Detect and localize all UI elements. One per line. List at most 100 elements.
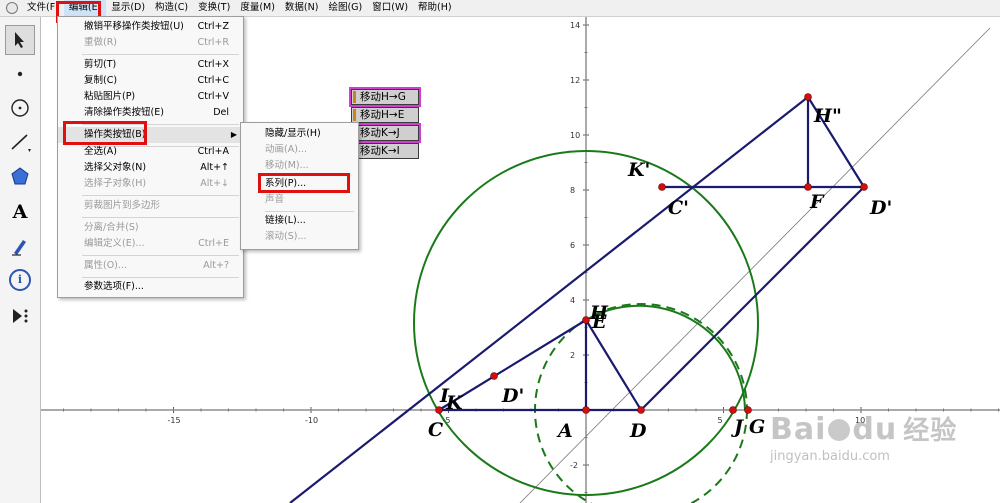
x-tick-label: -15 [168, 416, 181, 425]
baidu-watermark: Bai du 经验 jingyan.baidu.com [770, 410, 957, 464]
polygon-icon [11, 167, 29, 185]
point-a[interactable] [582, 406, 590, 414]
y-tick-label: 14 [570, 21, 580, 30]
y-tick-label: 8 [570, 186, 575, 195]
label-dprime2: D' [501, 385, 524, 407]
point-dprime[interactable] [860, 183, 868, 191]
tool-custom[interactable] [5, 301, 35, 331]
label-a: A [556, 420, 573, 442]
text-icon: A [12, 201, 28, 223]
tool-arrow[interactable] [5, 25, 35, 55]
point-f[interactable] [804, 183, 812, 191]
point-j[interactable] [729, 406, 737, 414]
menu-window[interactable]: 窗口(W) [367, 0, 413, 16]
arrow-select-icon [15, 32, 24, 48]
y-tick-label: 4 [570, 296, 575, 305]
submenu-item-link[interactable]: 链接(L)... [241, 213, 358, 229]
straightedge-icon [11, 134, 31, 152]
menu-graph[interactable]: 绘图(G) [323, 0, 367, 16]
action-button-move-h-g[interactable]: 移动H→G [349, 87, 421, 107]
submenu-item-animation[interactable]: 动画(A)... [241, 142, 358, 158]
tool-compass[interactable] [5, 93, 35, 123]
y-tick-label: -2 [570, 461, 578, 470]
x-tick-label: 5 [718, 416, 723, 425]
watermark-url: jingyan.baidu.com [770, 449, 890, 464]
menu-help[interactable]: 帮助(H) [413, 0, 457, 16]
submenu-item-sound[interactable]: 声音 [241, 192, 358, 208]
submenu-item-hide-show[interactable]: 隐藏/显示(H) [241, 126, 358, 142]
watermark-logo: Bai du 经验 [770, 412, 958, 447]
menu-item-preferences[interactable]: 参数选项(F)... [58, 279, 243, 295]
tool-straightedge[interactable] [5, 127, 35, 157]
label-cprime: C' [668, 197, 689, 219]
menu-item-select-parents[interactable]: 选择父对象(N) Alt+↑ [58, 160, 243, 176]
label-c: C [428, 419, 443, 441]
label-k: K [445, 392, 464, 414]
menu-bar: 文件(F) 编辑(E) 显示(D) 构造(C) 变换(T) 度量(M) 数据(N… [0, 0, 1000, 17]
toolbox: A i [0, 17, 41, 503]
submenu-item-scroll[interactable]: 滚动(S)... [241, 229, 358, 245]
y-tick-label: 6 [570, 241, 575, 250]
action-button-move-h-e[interactable]: 移动H→E [351, 107, 419, 123]
compass-icon [11, 99, 29, 117]
label-f: F [809, 191, 825, 213]
submenu-arrow-icon: ▶ [230, 130, 237, 139]
submenu-item-movement[interactable]: 移动(M)... [241, 158, 358, 174]
menu-construct[interactable]: 构造(C) [150, 0, 193, 16]
menu-item-paste-picture[interactable]: 粘贴图片(P) Ctrl+V [58, 89, 243, 105]
app-icon [6, 2, 18, 14]
button-marker [353, 109, 356, 121]
point-cprime[interactable] [658, 183, 666, 191]
point-icon [17, 71, 23, 77]
marker-icon [12, 240, 26, 256]
menu-item-copy[interactable]: 复制(C) Ctrl+C [58, 73, 243, 89]
menu-number[interactable]: 数据(N) [280, 0, 324, 16]
menu-item-clear[interactable]: 清除操作类按钮(E) Del [58, 105, 243, 121]
edit-menu: 撤销平移操作类按钮(U) Ctrl+Z 重做(R) Ctrl+R 剪切(T) Ctrl… [57, 16, 244, 298]
point-h[interactable] [582, 316, 590, 324]
label-g: G [749, 416, 765, 438]
button-marker [353, 91, 356, 103]
tool-marker[interactable] [5, 231, 35, 261]
y-tick-label: 2 [570, 351, 575, 360]
label-dprime: D' [869, 197, 892, 219]
action-button-label: 移动K→J [360, 127, 400, 139]
tool-information[interactable]: i [5, 265, 35, 295]
tool-point[interactable] [5, 59, 35, 89]
point-d[interactable] [637, 406, 645, 414]
x-tick-label: -10 [305, 416, 318, 425]
menu-transform[interactable]: 变换(T) [193, 0, 235, 16]
small-circle-dashed [534, 303, 748, 503]
menu-measure[interactable]: 度量(M) [235, 0, 280, 16]
y-tick-label: 12 [570, 76, 580, 85]
action-button-label: 移动H→E [360, 109, 405, 121]
menu-display[interactable]: 显示(D) [106, 0, 150, 16]
point-dprime2[interactable] [490, 372, 498, 380]
label-d: D [629, 420, 647, 442]
label-kprime: K' [627, 159, 650, 181]
point-g[interactable] [744, 406, 752, 414]
action-button-move-k-j[interactable]: 移动K→J [349, 123, 421, 143]
tool-text[interactable]: A [5, 197, 35, 227]
menu-item-select-all[interactable]: 全选(A) Ctrl+A [58, 144, 243, 160]
label-j: J [731, 416, 745, 438]
action-button-label: 移动K→I [360, 145, 400, 157]
menu-item-split-merge[interactable]: 分离/合并(S) [58, 220, 243, 236]
action-button-move-k-i[interactable]: 移动K→I [351, 143, 419, 159]
label-h2: H" [813, 105, 842, 127]
segment-d-dprime [640, 186, 865, 411]
menu-item-select-children[interactable]: 选择子对象(H) Alt+↓ [58, 176, 243, 192]
menu-item-redo[interactable]: 重做(R) Ctrl+R [58, 35, 243, 51]
menu-item-properties[interactable]: 属性(O)... Alt+? [58, 258, 243, 274]
menu-item-cut[interactable]: 剪切(T) Ctrl+X [58, 57, 243, 73]
action-button-label: 移动H→G [360, 91, 406, 103]
point-c[interactable] [435, 406, 443, 414]
menu-item-crop-picture[interactable]: 剪裁图片到多边形 [58, 198, 243, 214]
menu-item-undo[interactable]: 撤销平移操作类按钮(U) Ctrl+Z [58, 19, 243, 35]
label-e: E [591, 311, 607, 333]
menu-item-edit-definition[interactable]: 编辑定义(E)... Ctrl+E [58, 236, 243, 252]
highlight-action-buttons-item [63, 121, 147, 145]
information-icon: i [9, 269, 31, 291]
point-h2[interactable] [804, 93, 812, 101]
tool-polygon[interactable] [5, 161, 35, 191]
